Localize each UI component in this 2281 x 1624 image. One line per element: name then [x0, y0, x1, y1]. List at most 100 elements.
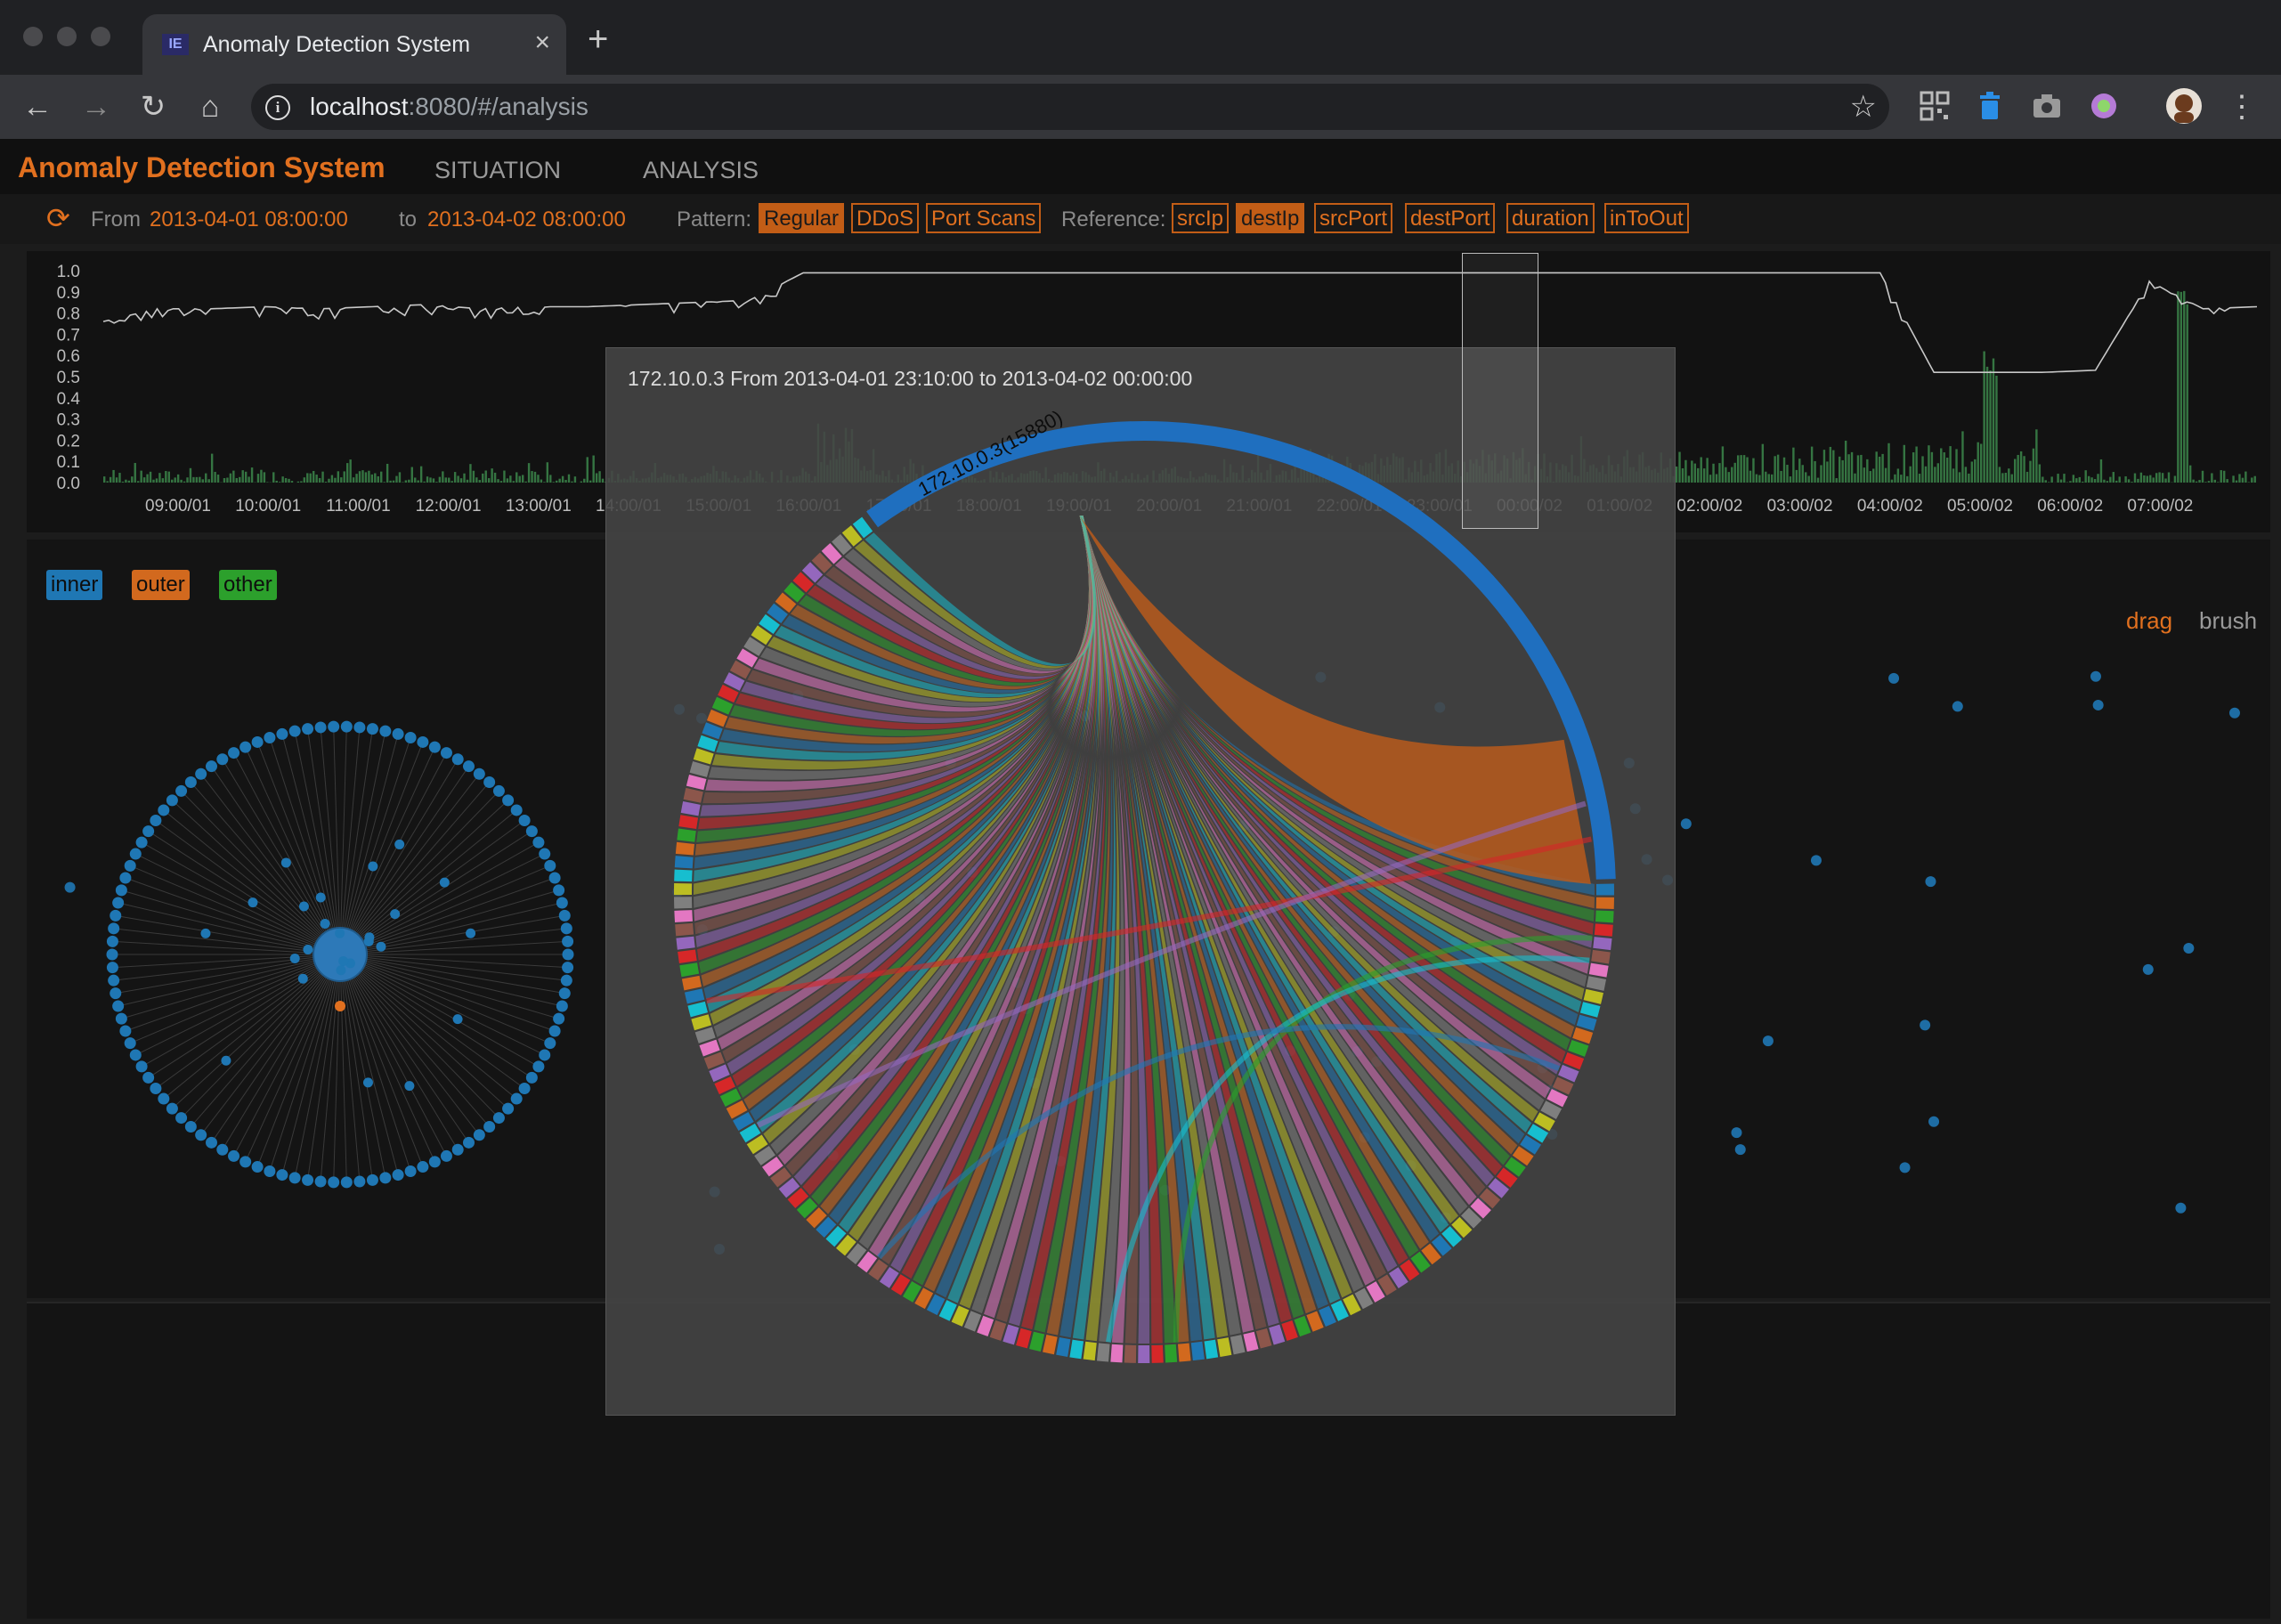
- forward-icon[interactable]: →: [77, 87, 116, 126]
- trash-extension-icon[interactable]: [1975, 91, 2005, 121]
- traffic-bar: [1961, 431, 1964, 483]
- timeline-brush-selection[interactable]: [1462, 253, 1538, 529]
- pattern-regular[interactable]: Regular: [759, 203, 845, 233]
- network-edge: [163, 954, 341, 1100]
- traffic-bar: [389, 480, 392, 483]
- network-node: [119, 1025, 132, 1037]
- network-node: [142, 825, 155, 838]
- y-tick-label: 0.7: [57, 326, 80, 345]
- traffic-bar: [275, 480, 278, 483]
- traffic-bar: [2090, 477, 2093, 483]
- back-icon[interactable]: ←: [18, 87, 57, 126]
- color-extension-icon[interactable]: [2089, 91, 2119, 121]
- traffic-bar: [1807, 475, 1810, 483]
- reference-destport[interactable]: destPort: [1405, 203, 1496, 233]
- browser-menu-icon[interactable]: ⋮: [2222, 87, 2261, 126]
- to-date-value[interactable]: 2013-04-02 08:00:00: [427, 208, 626, 231]
- traffic-bar: [1903, 444, 1905, 483]
- address-bar[interactable]: i localhost:8080/#/analysis ☆: [251, 84, 1889, 130]
- traffic-bar: [2010, 474, 2013, 483]
- menu-situation[interactable]: SITUATION: [434, 157, 561, 183]
- traffic-bar: [1810, 446, 1814, 483]
- traffic-bar: [482, 473, 484, 483]
- network-node: [558, 987, 571, 1000]
- window-maximize-button[interactable]: [91, 27, 110, 46]
- y-tick-label: 0.6: [57, 347, 80, 366]
- traffic-bar: [1839, 456, 1841, 483]
- inner-scatter-node: [439, 877, 450, 888]
- reference-intoout[interactable]: inToOut: [1604, 203, 1689, 233]
- reference-destip[interactable]: destIp: [1236, 203, 1305, 233]
- chord-segment: [1230, 1335, 1246, 1355]
- network-node: [340, 720, 353, 733]
- chord-segment: [1003, 1324, 1019, 1345]
- network-node: [112, 897, 125, 909]
- network-node: [110, 987, 122, 1000]
- network-node: [379, 725, 392, 737]
- traffic-bar: [2173, 475, 2177, 483]
- network-node: [532, 836, 545, 849]
- pattern-ddos[interactable]: DDoS: [851, 203, 920, 233]
- new-tab-button[interactable]: +: [588, 21, 608, 57]
- traffic-bar: [127, 480, 131, 483]
- chord-segment: [1165, 1344, 1178, 1363]
- reload-icon[interactable]: ↻: [134, 87, 173, 126]
- traffic-bar: [1958, 472, 1961, 483]
- chord-segment: [676, 936, 695, 950]
- traffic-bar: [438, 476, 442, 483]
- traffic-bar: [312, 470, 315, 483]
- scatter-node: [1925, 876, 1936, 888]
- from-date-value[interactable]: 2013-04-01 08:00:00: [150, 208, 348, 231]
- app-brand[interactable]: Anomaly Detection System: [18, 151, 386, 183]
- favicon-icon: IE: [162, 34, 189, 55]
- traffic-bar: [115, 477, 118, 483]
- traffic-bar: [1697, 467, 1700, 483]
- browser-tab[interactable]: IE Anomaly Detection System ×: [142, 14, 566, 75]
- traffic-bar: [2133, 473, 2137, 483]
- site-info-icon[interactable]: i: [265, 95, 290, 120]
- reference-duration[interactable]: duration: [1506, 203, 1595, 233]
- reference-srcport[interactable]: srcPort: [1314, 203, 1393, 233]
- traffic-bar: [1678, 451, 1681, 483]
- traffic-bar: [263, 472, 266, 483]
- chord-segment: [689, 761, 710, 777]
- network-node: [539, 1049, 551, 1061]
- bookmark-star-icon[interactable]: ☆: [1850, 89, 1877, 125]
- traffic-bar: [2063, 474, 2066, 483]
- qr-code-extension-icon[interactable]: [1920, 91, 1950, 121]
- chord-segment: [1576, 1014, 1597, 1031]
- inner-scatter-node: [289, 953, 300, 963]
- menu-analysis[interactable]: ANALYSIS: [643, 157, 759, 183]
- camera-extension-icon[interactable]: [2032, 91, 2062, 121]
- network-node: [544, 859, 556, 872]
- chord-segment: [684, 988, 705, 1004]
- chord-segment: [679, 962, 700, 978]
- home-icon[interactable]: ⌂: [191, 87, 230, 126]
- network-node: [473, 767, 485, 780]
- traffic-bar: [346, 463, 349, 483]
- chord-segment: [674, 910, 693, 922]
- tab-close-icon[interactable]: ×: [534, 28, 550, 57]
- chord-segment: [1586, 976, 1607, 991]
- network-node: [548, 1025, 561, 1037]
- traffic-bar: [521, 475, 524, 483]
- chord-segment: [1016, 1328, 1032, 1349]
- traffic-bar: [414, 477, 417, 483]
- network-node: [532, 1060, 545, 1073]
- pattern-port-scans[interactable]: Port Scans: [926, 203, 1042, 233]
- traffic-bar: [340, 477, 343, 483]
- traffic-bar: [1761, 443, 1765, 483]
- window-minimize-button[interactable]: [57, 27, 77, 46]
- traffic-bar: [281, 476, 284, 483]
- traffic-bar: [180, 479, 183, 483]
- x-tick-label: 11:00/01: [326, 497, 391, 516]
- network-node: [228, 747, 240, 759]
- traffic-bar: [195, 476, 199, 483]
- network-node: [124, 1037, 136, 1050]
- window-close-button[interactable]: [23, 27, 43, 46]
- reference-srcip[interactable]: srcIp: [1172, 203, 1230, 233]
- refresh-icon[interactable]: ⟳: [46, 203, 70, 233]
- profile-avatar[interactable]: [2165, 87, 2203, 125]
- url-text[interactable]: localhost:8080/#/analysis: [310, 93, 589, 120]
- traffic-bar: [2222, 470, 2226, 483]
